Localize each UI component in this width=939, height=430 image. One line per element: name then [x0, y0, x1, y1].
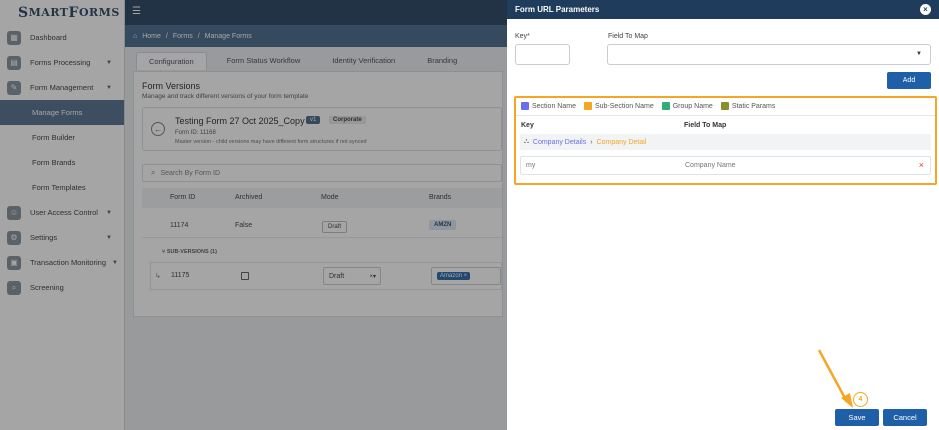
remove-mapping-icon[interactable]: ×	[919, 160, 924, 170]
legend-sub-section-name: Sub-Section Name	[583, 102, 654, 110]
panel-header: Form URL Parameters ×	[507, 0, 939, 19]
annotation-arrow	[817, 349, 853, 408]
chevron-right-icon: ›	[590, 138, 593, 146]
section-name: Company Details	[532, 138, 587, 146]
sub-section-name: Company Detail	[596, 138, 647, 146]
form-url-parameters-panel: Form URL Parameters × Key* Field To Map …	[507, 0, 939, 430]
modal-backdrop[interactable]	[0, 0, 507, 430]
group-row: ⛬ Company Details › Company Detail	[520, 134, 931, 150]
key-input[interactable]	[515, 44, 570, 65]
divider	[516, 115, 935, 116]
legend-section-name: Section Name	[521, 102, 576, 110]
static-swatch	[720, 102, 729, 110]
sub-section-swatch	[583, 102, 592, 110]
group-swatch	[661, 102, 670, 110]
hierarchy-icon: ⛬	[524, 138, 529, 145]
section-swatch	[521, 102, 529, 110]
legend-static-params: Static Params	[720, 102, 775, 110]
mapping-key: my	[526, 162, 536, 169]
legend: Section Name Sub-Section Name Group Name…	[521, 102, 783, 110]
mapping-list-highlight: Section Name Sub-Section Name Group Name…	[514, 96, 937, 185]
mapping-field: Company Name	[685, 162, 736, 169]
close-icon[interactable]: ×	[920, 4, 931, 15]
save-button[interactable]: Save	[835, 409, 879, 426]
step-number-badge: 4	[853, 392, 868, 407]
field-to-map-label: Field To Map	[608, 33, 648, 40]
field-to-map-select[interactable]: ▼	[607, 44, 931, 65]
column-key: Key	[521, 122, 534, 129]
legend-group-name: Group Name	[661, 102, 713, 110]
chevron-down-icon: ▼	[916, 51, 922, 57]
add-button[interactable]: Add	[887, 72, 931, 89]
cancel-button[interactable]: Cancel	[883, 409, 927, 426]
column-field-to-map: Field To Map	[684, 122, 727, 129]
key-label: Key*	[515, 33, 530, 40]
panel-title: Form URL Parameters	[515, 5, 600, 14]
mapping-row: my Company Name ×	[520, 156, 931, 175]
